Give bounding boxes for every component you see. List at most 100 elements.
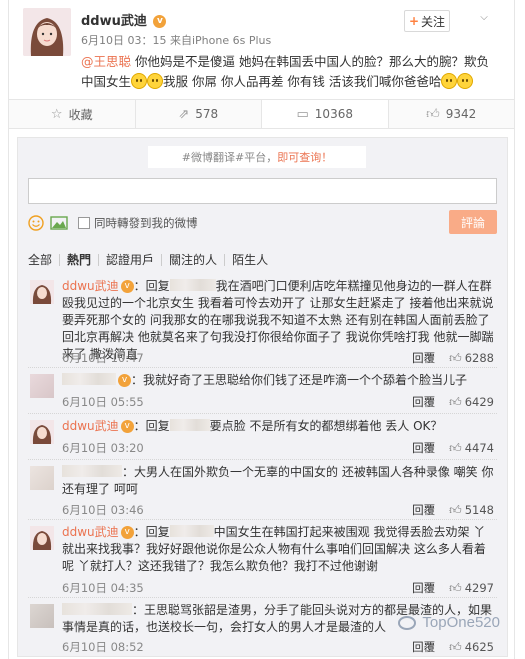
- comment-footer: 6月10日 05:55 回覆 👍︎ 6429: [62, 394, 494, 410]
- smile-emoji-icon: [457, 73, 474, 89]
- filter-following[interactable]: 關注的人: [162, 254, 226, 266]
- comment-footer: 6月10日 03:20 回覆 👍︎ 4474: [62, 440, 494, 456]
- thumbs-up-icon: 👍︎: [449, 440, 462, 455]
- comment-footer: 6月10日 08:52 回覆 👍︎ 4625: [62, 639, 494, 655]
- comment-button[interactable]: ▭ 10368: [262, 100, 389, 128]
- comment-body: ddwu武迪 v ：回复 要点脸 不是所有女的都想绑着他 丢人 OK？: [62, 418, 494, 435]
- comment-item: ddwu武迪 v ：回复 我在酒吧门口便利店吃年糕撞见他身边的一群人在群殴我见过的一个…: [28, 278, 497, 368]
- verified-badge-icon: v: [153, 15, 167, 28]
- avatar[interactable]: [23, 8, 71, 56]
- avatar[interactable]: [30, 466, 54, 490]
- reply-button[interactable]: 回覆: [412, 502, 435, 518]
- like-count: 4474: [464, 441, 494, 455]
- comment-time: 6月10日 03:46: [62, 503, 144, 517]
- thumbs-up-icon: 👍︎: [449, 394, 462, 409]
- filter-verified[interactable]: 認證用戶: [99, 254, 163, 266]
- post-text-tail: 我服 你屌 你人品再差 你有钱 活该我们喊你爸爸哈: [163, 74, 442, 89]
- thumbs-up-icon: 👍︎: [449, 350, 462, 365]
- comment-footer: 6月10日 04:35 回覆 👍︎ 4297: [62, 580, 494, 596]
- comment-text: 要点脸 不是所有女的都想绑着他 丢人 OK？: [209, 419, 443, 433]
- wechat-logo-icon: [398, 615, 417, 630]
- avatar[interactable]: [30, 280, 54, 304]
- like-button[interactable]: 👍︎ 5148: [449, 503, 494, 518]
- avatar[interactable]: [30, 526, 54, 550]
- chevron-down-icon[interactable]: ⌵: [476, 12, 492, 28]
- like-button[interactable]: 👍︎ 4625: [449, 640, 494, 655]
- reply-button[interactable]: 回覆: [412, 440, 435, 456]
- thumbs-up-icon: 👍︎: [449, 502, 462, 517]
- reply-button[interactable]: 回覆: [412, 580, 435, 596]
- blurred-username: [169, 525, 214, 537]
- share-button[interactable]: ⇗ 578: [136, 100, 262, 128]
- sync-checkbox[interactable]: [78, 217, 90, 229]
- comment-toolbar: 同時轉發到我的微博: [28, 212, 497, 234]
- comment-author[interactable]: ddwu武迪: [62, 279, 119, 293]
- comment-author[interactable]: ddwu武迪: [62, 525, 119, 539]
- filter-strangers[interactable]: 陌生人: [225, 254, 275, 266]
- star-icon: ☆: [50, 106, 63, 122]
- comment-body: ：大男人在国外欺负一个无辜的中国女的 还被韩国人各种录像 嘲笑 你还有理了 呵呵: [62, 464, 494, 498]
- reply-button[interactable]: 回覆: [412, 350, 435, 366]
- comment-item: ddwu武迪 v ：回复 中国女生在韩国打起来被围观 我觉得丢脸去劝架 丫就出来找我事…: [28, 524, 497, 598]
- comment-time: 6月10日 10:47: [62, 351, 144, 365]
- topic-link[interactable]: 即可查询！: [277, 149, 332, 165]
- comment-input[interactable]: [28, 178, 497, 204]
- like-count: 9342: [445, 107, 477, 121]
- thumbs-up-icon: 👍︎: [426, 106, 440, 122]
- post-username[interactable]: ddwu武迪 v: [81, 10, 167, 29]
- username-text[interactable]: ddwu武迪: [81, 14, 147, 29]
- emoji-icon[interactable]: [28, 215, 46, 231]
- comment-text: ：回复: [133, 525, 170, 539]
- topic-banner[interactable]: #微博翻译#平台， 即可查询！: [148, 146, 366, 168]
- comment-time: 6月10日 08:52: [62, 640, 144, 654]
- verified-badge-icon: v: [120, 420, 134, 433]
- comment-panel: #微博翻译#平台， 即可查询！ 同時轉發到我的微博 評論 全部 熱門 認證用戶 …: [17, 137, 508, 657]
- share-count: 578: [195, 107, 219, 121]
- smile-emoji-icon: [131, 73, 148, 89]
- comment-footer: 6月10日 10:47 回覆 👍︎ 6288: [62, 350, 494, 366]
- watermark: TopOne520: [398, 614, 500, 631]
- collect-button[interactable]: ☆ 收藏: [9, 100, 136, 128]
- like-button[interactable]: 👍︎ 6288: [449, 351, 494, 366]
- reply-button[interactable]: 回覆: [412, 394, 435, 410]
- avatar[interactable]: [30, 374, 54, 398]
- comment-time: 6月10日 03:20: [62, 441, 144, 455]
- comment-item: ：大男人在国外欺负一个无辜的中国女的 还被韩国人各种录像 嘲笑 你还有理了 呵呵…: [28, 464, 497, 520]
- post-text: @王思聪 你他妈是不是傻逼 她妈在韩国丢中国人的脸？那么大的腕？欺负中国女生 我服…: [81, 52, 501, 92]
- filter-hot[interactable]: 熱門: [60, 254, 100, 266]
- image-icon[interactable]: [50, 215, 68, 231]
- blurred-username: [169, 279, 216, 291]
- avatar[interactable]: [30, 604, 54, 628]
- filter-all[interactable]: 全部: [28, 254, 61, 266]
- reply-button[interactable]: 回覆: [412, 639, 435, 655]
- blurred-username: [62, 373, 116, 385]
- like-count: 6429: [464, 395, 494, 409]
- blurred-username: [62, 465, 122, 477]
- like-button[interactable]: 👍︎ 9342: [389, 100, 515, 128]
- avatar[interactable]: [30, 420, 54, 444]
- verified-badge-icon: v: [120, 526, 134, 539]
- collect-label: 收藏: [68, 107, 93, 122]
- submit-comment-button[interactable]: 評論: [449, 210, 497, 234]
- like-count: 6288: [464, 351, 494, 365]
- blurred-username: [62, 603, 132, 615]
- smile-emoji-icon: [147, 73, 164, 89]
- like-button[interactable]: 👍︎ 4297: [449, 581, 494, 596]
- comment-text: ：回复: [133, 279, 170, 293]
- comment-filters: 全部 熱門 認證用戶 關注的人 陌生人: [28, 254, 275, 266]
- action-bar: ☆ 收藏 ⇗ 578 ▭ 10368 👍︎ 9342: [9, 99, 514, 129]
- like-button[interactable]: 👍︎ 4474: [449, 441, 494, 456]
- weibo-post-frame: ddwu武迪 v 6月10日 03：15 来自iPhone 6s Plus @王…: [8, 0, 515, 659]
- comment-item: ddwu武迪 v ：回复 要点脸 不是所有女的都想绑着他 丢人 OK？ 6月10日 0…: [28, 418, 497, 460]
- follow-button[interactable]: + 关注: [404, 10, 450, 32]
- watermark-text: TopOne520: [422, 614, 500, 631]
- mention-link[interactable]: @王思聪: [81, 54, 131, 69]
- topic-text: #微博翻译#平台，: [181, 151, 278, 164]
- comment-text: ：回复: [133, 419, 170, 433]
- comment-author[interactable]: ddwu武迪: [62, 419, 119, 433]
- like-count: 4625: [464, 640, 494, 654]
- comment-time: 6月10日 04:35: [62, 581, 144, 595]
- post-header: ddwu武迪 v 6月10日 03：15 来自iPhone 6s Plus @王…: [9, 0, 514, 98]
- comment-icon: ▭: [296, 106, 309, 122]
- like-button[interactable]: 👍︎ 6429: [449, 395, 494, 410]
